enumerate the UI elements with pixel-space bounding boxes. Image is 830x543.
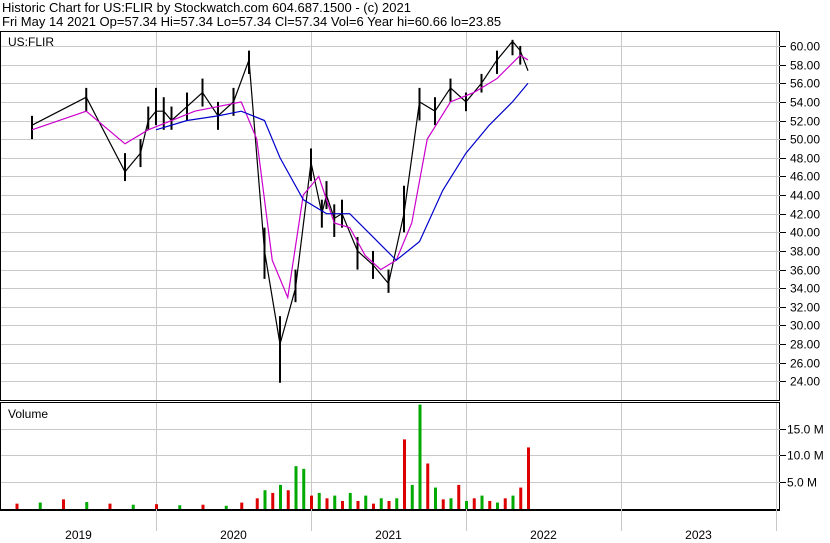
volume-tick-label: 15.0 M <box>787 423 824 437</box>
volume-bar <box>488 500 492 509</box>
volume-tick-label: 5.0 M <box>787 476 817 490</box>
volume-bar <box>418 404 422 509</box>
volume-bars <box>15 404 530 509</box>
price-tick-label: 56.00 <box>790 77 820 91</box>
price-panel-frame <box>0 31 780 401</box>
price-tick-label: 52.00 <box>790 115 820 129</box>
price-tick-label: 48.00 <box>790 152 820 166</box>
volume-bar <box>457 484 461 509</box>
year-label: 2019 <box>65 528 92 542</box>
volume-bar <box>108 503 112 509</box>
price-axis: 24.00 26.00 28.00 30.00 32.00 34.00 36.00 38.00… <box>780 40 820 389</box>
volume-bar <box>372 503 375 509</box>
price-tick-label: 32.00 <box>790 301 820 315</box>
price-close-line <box>31 40 529 345</box>
volume-bar <box>503 498 507 509</box>
symbol-label: US:FLIR <box>8 35 54 49</box>
volume-bar <box>441 499 445 509</box>
volume-bar <box>279 484 282 509</box>
volume-bar <box>519 487 523 509</box>
year-label: 2020 <box>220 528 247 542</box>
price-tick-label: 60.00 <box>790 40 820 54</box>
volume-bar <box>15 503 19 509</box>
volume-bar <box>465 500 468 509</box>
volume-bar <box>85 502 89 509</box>
volume-bar <box>255 498 259 509</box>
volume-bar <box>178 505 182 509</box>
volume-bar <box>271 492 275 509</box>
volume-bar <box>480 495 484 509</box>
volume-axis: 5.0 M 10.0 M 15.0 M <box>780 423 824 490</box>
price-tick-label: 34.00 <box>790 282 820 296</box>
volume-bar <box>387 500 391 509</box>
ma-long-line <box>155 82 529 262</box>
volume-bar <box>434 487 437 509</box>
volume-bar <box>317 492 321 509</box>
volume-bar <box>38 502 42 509</box>
volume-bar <box>263 490 267 509</box>
price-tick-label: 30.00 <box>790 319 820 333</box>
volume-bar <box>302 468 306 509</box>
volume-bar <box>201 504 205 509</box>
volume-bar <box>449 498 453 509</box>
price-bars <box>31 39 529 383</box>
price-tick-label: 44.00 <box>790 189 820 203</box>
volume-bar <box>325 498 329 509</box>
volume-bar <box>403 439 406 509</box>
price-tick-label: 38.00 <box>790 245 820 259</box>
price-tick-label: 26.00 <box>790 357 820 371</box>
volume-bar <box>286 490 290 509</box>
volume-bar <box>224 505 228 509</box>
volume-bar <box>333 495 337 509</box>
volume-bar <box>527 447 530 509</box>
year-label: 2023 <box>685 528 712 542</box>
price-tick-label: 28.00 <box>790 338 820 352</box>
price-tick-label: 54.00 <box>790 96 820 110</box>
volume-bar <box>155 504 158 509</box>
volume-bar <box>426 463 430 509</box>
volume-label: Volume <box>8 407 48 421</box>
stock-chart: 24.00 26.00 28.00 30.00 32.00 34.00 36.00 38.00… <box>0 31 824 542</box>
volume-bar <box>496 502 499 509</box>
price-tick-label: 50.00 <box>790 133 820 147</box>
price-tick-label: 58.00 <box>790 59 820 73</box>
volume-bar <box>364 495 368 509</box>
volume-bar <box>472 498 476 509</box>
volume-bar <box>379 498 383 509</box>
volume-bar <box>310 495 313 509</box>
price-tick-label: 40.00 <box>790 226 820 240</box>
volume-bar <box>511 495 515 509</box>
volume-bar <box>356 500 360 509</box>
price-tick-label: 24.00 <box>790 375 820 389</box>
volume-bar <box>131 504 135 509</box>
year-label: 2022 <box>530 528 557 542</box>
year-label: 2021 <box>375 528 402 542</box>
volume-bar <box>410 484 414 509</box>
grid-lines <box>1 32 780 531</box>
volume-bar <box>341 500 344 509</box>
volume-bar <box>348 492 352 509</box>
volume-tick-label: 10.0 M <box>787 449 824 463</box>
volume-bar <box>395 498 399 509</box>
price-tick-label: 42.00 <box>790 208 820 222</box>
price-tick-label: 46.00 <box>790 170 820 184</box>
volume-bar <box>62 499 65 509</box>
price-tick-label: 36.00 <box>790 264 820 278</box>
volume-bar <box>240 502 244 509</box>
volume-bar <box>294 466 298 509</box>
year-axis: 201920202021202220232024 <box>65 528 712 542</box>
